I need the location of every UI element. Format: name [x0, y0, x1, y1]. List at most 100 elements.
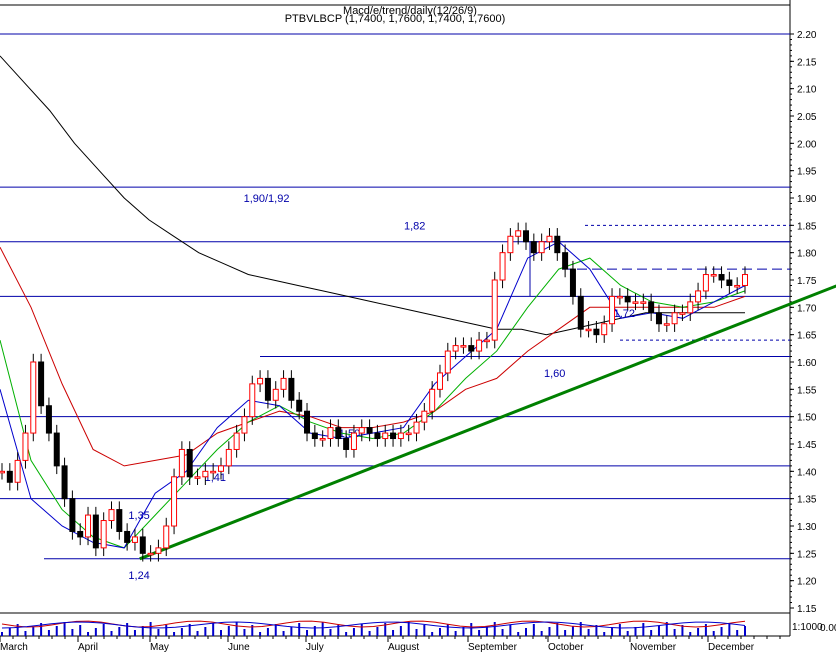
candle-body — [499, 252, 506, 281]
candle-body — [593, 328, 600, 336]
candle-body — [45, 405, 52, 434]
candle-body — [210, 470, 217, 474]
month-label: March — [0, 642, 28, 652]
candle-body — [742, 274, 748, 286]
candle-body — [429, 388, 436, 412]
candle-body — [217, 465, 224, 472]
candle-body — [272, 388, 279, 401]
month-label: June — [228, 642, 250, 652]
candle-body — [131, 536, 138, 543]
y-tick-label: 1.40 — [797, 467, 817, 478]
candle-body — [249, 383, 256, 418]
candle-body — [609, 295, 616, 325]
candle-body — [523, 230, 530, 243]
level-label: 1,35 — [128, 510, 149, 522]
candle-body — [718, 274, 725, 281]
candle-body — [319, 438, 326, 441]
y-tick-label: 1.45 — [797, 440, 817, 451]
candle-body — [452, 345, 459, 352]
candle-body — [171, 476, 178, 527]
y-tick-label: 1.15 — [797, 604, 817, 615]
candle-body — [186, 448, 193, 478]
y-tick-label: 1.65 — [797, 331, 817, 342]
candle-body — [702, 274, 709, 292]
candle-body — [483, 339, 490, 343]
y-tick-label: 1.50 — [797, 413, 817, 424]
candle-body — [85, 514, 92, 538]
candle-body — [304, 410, 311, 434]
candle-body — [335, 427, 342, 440]
month-label: May — [150, 642, 169, 652]
candle-body — [476, 339, 483, 352]
y-tick-label: 2.00 — [797, 139, 817, 150]
candle-body — [671, 312, 678, 325]
candle-body — [147, 552, 154, 556]
candle-body — [139, 536, 146, 554]
candle-body — [538, 241, 545, 254]
candle-body — [546, 235, 553, 243]
candle-body — [100, 520, 107, 549]
candle-body — [69, 498, 76, 532]
candle-body — [491, 279, 498, 341]
price-chart: 1.15 1.20 1.25 1.30 1.35 1.40 1.45 1.50 1.55 1.60… — [0, 0, 836, 652]
candle-body — [77, 530, 84, 538]
candle-body — [288, 377, 295, 401]
month-label: September — [468, 642, 518, 652]
candle-body — [264, 377, 271, 401]
candle-body — [311, 432, 318, 440]
candle-body — [569, 268, 576, 297]
month-label: April — [78, 642, 98, 652]
candle-body — [155, 547, 162, 554]
candle-body — [22, 432, 29, 461]
level-label: 1,24 — [128, 570, 149, 582]
level-label: 1,90/1,92 — [244, 193, 290, 205]
candle-body — [632, 301, 639, 304]
candle-body — [343, 438, 350, 450]
month-label: August — [388, 642, 419, 652]
candle-body — [61, 465, 68, 500]
candle-body — [163, 525, 170, 549]
y-tick-label: 1.95 — [797, 167, 817, 178]
y-tick-label: 2.15 — [797, 57, 817, 68]
candle-body — [296, 399, 303, 412]
candle-body — [554, 235, 561, 254]
level-label: 1,60 — [544, 368, 565, 380]
volume-axis-label: 0.00 — [820, 623, 836, 634]
candle-body — [421, 410, 428, 423]
candle-body — [507, 235, 514, 254]
y-tick-label: 1.70 — [797, 303, 817, 314]
candle-body — [0, 470, 5, 474]
y-tick-label: 1.75 — [797, 276, 817, 287]
candle-body — [601, 323, 608, 336]
candle-body — [108, 509, 115, 522]
candle-body — [663, 323, 670, 326]
candle-body — [585, 328, 592, 332]
candle-body — [382, 432, 389, 440]
candle-body — [225, 448, 232, 467]
candle-body — [468, 345, 475, 352]
candle-body — [178, 448, 185, 478]
y-tick-label: 1.20 — [797, 577, 817, 588]
candle-body — [366, 427, 373, 434]
volume-scale-label: 1:1000 — [792, 622, 823, 633]
candle-body — [530, 241, 537, 254]
y-tick-label: 2.10 — [797, 85, 817, 96]
chart-background — [0, 0, 836, 652]
candle-body — [687, 301, 694, 314]
candle-body — [734, 284, 741, 288]
candle-body — [436, 372, 443, 390]
candle-body — [413, 421, 420, 434]
candle-body — [124, 530, 131, 543]
candle-body — [624, 295, 631, 303]
month-label: November — [630, 642, 677, 652]
candle-body — [92, 514, 99, 549]
candle-body — [257, 377, 264, 385]
month-label: December — [708, 642, 755, 652]
candle-body — [30, 361, 37, 434]
y-tick-label: 2.20 — [797, 30, 817, 41]
y-tick-label: 1.90 — [797, 194, 817, 205]
candle-body — [327, 427, 334, 440]
y-tick-label: 1.80 — [797, 249, 817, 260]
y-tick-label: 1.25 — [797, 549, 817, 560]
month-label: October — [548, 642, 584, 652]
